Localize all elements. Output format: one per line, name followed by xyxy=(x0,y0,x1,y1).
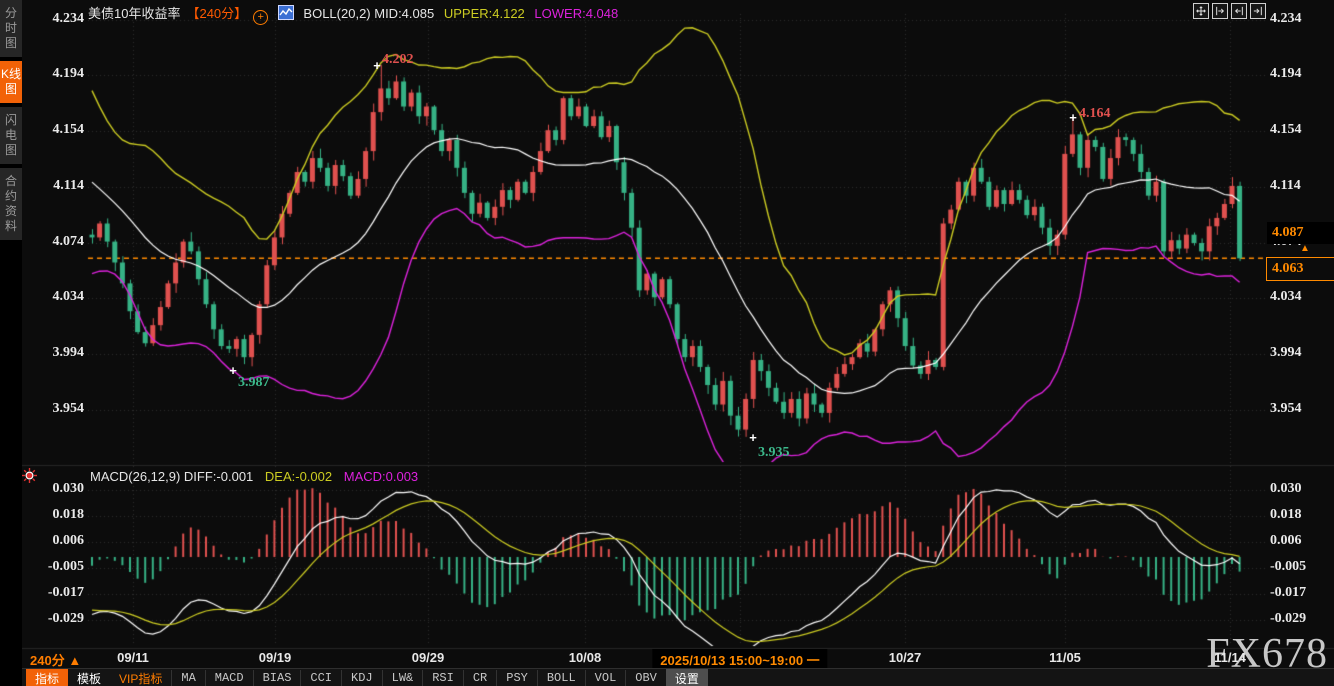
macd-dea-label: DEA:-0.002 xyxy=(265,469,332,484)
macd-tick-left: -0.017 xyxy=(22,585,84,601)
toolbar-item-LW&[interactable]: LW& xyxy=(382,670,423,686)
price-tick-right: 3.994 xyxy=(1270,345,1332,361)
price-tick-left: 3.954 xyxy=(22,401,84,417)
price-tick-left: 4.114 xyxy=(22,178,84,194)
price-tick-left: 4.154 xyxy=(22,122,84,138)
extreme-cross-marker: + xyxy=(229,363,237,378)
last-price-box: 4.063 xyxy=(1266,257,1334,281)
toolbar-item-RSI[interactable]: RSI xyxy=(422,670,463,686)
toolbar-item-模板[interactable]: 模板 xyxy=(68,669,110,686)
toolbar-item-VOL[interactable]: VOL xyxy=(585,670,626,686)
macd-tick-right: 0.018 xyxy=(1270,507,1332,523)
price-tick-left: 4.034 xyxy=(22,289,84,305)
instrument-title: 美债10年收益率 xyxy=(88,6,180,21)
macd-tick-right: -0.029 xyxy=(1270,611,1332,627)
toolbar-item-MA[interactable]: MA xyxy=(171,670,204,686)
price-tick-left: 4.194 xyxy=(22,66,84,82)
sidebar-tab-2[interactable]: 闪电图 xyxy=(0,107,22,164)
price-tick-left: 4.234 xyxy=(22,11,84,27)
macd-header: MACD(26,12,9) DIFF:-0.001 DEA:-0.002 MAC… xyxy=(90,469,426,484)
boll-upper-label: UPPER:4.122 xyxy=(444,6,525,21)
price-tick-right: 4.154 xyxy=(1270,122,1332,138)
compress-left-icon[interactable] xyxy=(1212,3,1228,19)
toolbar-item-BIAS[interactable]: BIAS xyxy=(253,670,301,686)
price-up-arrow-icon: ▲ xyxy=(1300,243,1310,254)
boll-label: BOLL(20,2) MID:4.085 xyxy=(303,6,434,21)
toolbar-item-KDJ[interactable]: KDJ xyxy=(341,670,382,686)
xaxis-date-label: 09/29 xyxy=(412,650,445,665)
macd-tick-right: -0.005 xyxy=(1270,559,1332,575)
price-tick-right: 4.234 xyxy=(1270,11,1332,27)
extreme-price-label: 3.935 xyxy=(758,445,790,461)
sidebar-tab-1[interactable]: K线图 xyxy=(0,61,22,103)
extreme-cross-marker: + xyxy=(749,430,757,445)
macd-diff-label: MACD(26,12,9) DIFF:-0.001 xyxy=(90,469,253,484)
price-tick-right: 4.034 xyxy=(1270,289,1332,305)
app-root: 分时图 K线图闪电图合约资料 美债10年收益率【240分】 + BOLL(20,2)… xyxy=(0,0,1334,686)
extreme-cross-marker: + xyxy=(373,58,381,73)
toolbar-item-指标[interactable]: 指标 xyxy=(26,669,68,686)
xaxis-date-label: 10/27 xyxy=(889,650,922,665)
toolbar-item-设置[interactable]: 设置 xyxy=(666,669,708,686)
macd-tick-left: 0.018 xyxy=(22,507,84,523)
macd-tick-left: -0.029 xyxy=(22,611,84,627)
xaxis-date-label: 11/14 xyxy=(1214,650,1246,665)
extreme-price-label: 4.164 xyxy=(1079,106,1111,122)
chart-type-icon[interactable] xyxy=(278,5,294,20)
extreme-price-label: 3.987 xyxy=(238,375,270,391)
price-label-box: 4.087 xyxy=(1267,222,1334,244)
toolbar-item-OBV[interactable]: OBV xyxy=(625,670,666,686)
price-tick-right: 3.954 xyxy=(1270,401,1332,417)
sidebar-tab-3[interactable]: 合约资料 xyxy=(0,168,22,240)
price-tick-right: 4.194 xyxy=(1270,66,1332,82)
macd-value-label: MACD:0.003 xyxy=(344,469,418,484)
toolbar-item-VIP指标[interactable]: VIP指标 xyxy=(110,669,171,686)
toolbar-item-PSY[interactable]: PSY xyxy=(496,670,537,686)
move-icon[interactable] xyxy=(1193,3,1209,19)
goto-latest-icon[interactable] xyxy=(1250,3,1266,19)
extreme-price-label: 4.202 xyxy=(382,52,414,68)
price-tick-left: 4.074 xyxy=(22,234,84,250)
chart-header: 美债10年收益率【240分】 + BOLL(20,2) MID:4.085 UPP… xyxy=(88,3,624,25)
macd-tick-right: -0.017 xyxy=(1270,585,1332,601)
xaxis-date-label: 10/08 xyxy=(569,650,602,665)
sidebar-tab-0[interactable]: 分时图 xyxy=(0,0,22,57)
toolbar-item-BOLL[interactable]: BOLL xyxy=(537,670,585,686)
boll-lower-label: LOWER:4.048 xyxy=(534,6,618,21)
macd-tick-left: 0.006 xyxy=(22,533,84,549)
toolbar-item-CCI[interactable]: CCI xyxy=(300,670,341,686)
period-tag: 【240分】 xyxy=(186,6,247,21)
main-chart-canvas[interactable] xyxy=(0,0,1334,686)
macd-settings-icon[interactable] xyxy=(22,468,37,488)
crosshair-time-readout: 2025/10/13 15:00~19:00 一 xyxy=(652,649,827,670)
macd-tick-right: 0.006 xyxy=(1270,533,1332,549)
macd-tick-left: -0.005 xyxy=(22,559,84,575)
period-selector[interactable]: 240分 ▲ xyxy=(30,650,81,669)
xaxis-date-label: 09/19 xyxy=(259,650,292,665)
price-tick-left: 3.994 xyxy=(22,345,84,361)
toolbar-item-MACD[interactable]: MACD xyxy=(205,670,253,686)
extreme-cross-marker: + xyxy=(1069,110,1077,125)
sidebar: 分时图 K线图闪电图合约资料 xyxy=(0,0,22,686)
price-tick-right: 4.114 xyxy=(1270,178,1332,194)
bottom-toolbar: 指标模板VIP指标MAMACDBIASCCIKDJLW&RSICRPSYBOLL… xyxy=(22,668,1334,686)
chart-toolbar-icons xyxy=(1193,3,1266,19)
compress-right-icon[interactable] xyxy=(1231,3,1247,19)
xaxis-date-label: 11/05 xyxy=(1049,650,1081,665)
add-indicator-icon[interactable]: + xyxy=(253,10,268,25)
toolbar-item-CR[interactable]: CR xyxy=(463,670,496,686)
macd-tick-right: 0.030 xyxy=(1270,481,1332,497)
xaxis-row: 240分 ▲ 09/11 09/19 09/29 10/08 10/27 11/05 11/… xyxy=(0,649,1334,668)
xaxis-date-label: 09/11 xyxy=(117,650,149,665)
